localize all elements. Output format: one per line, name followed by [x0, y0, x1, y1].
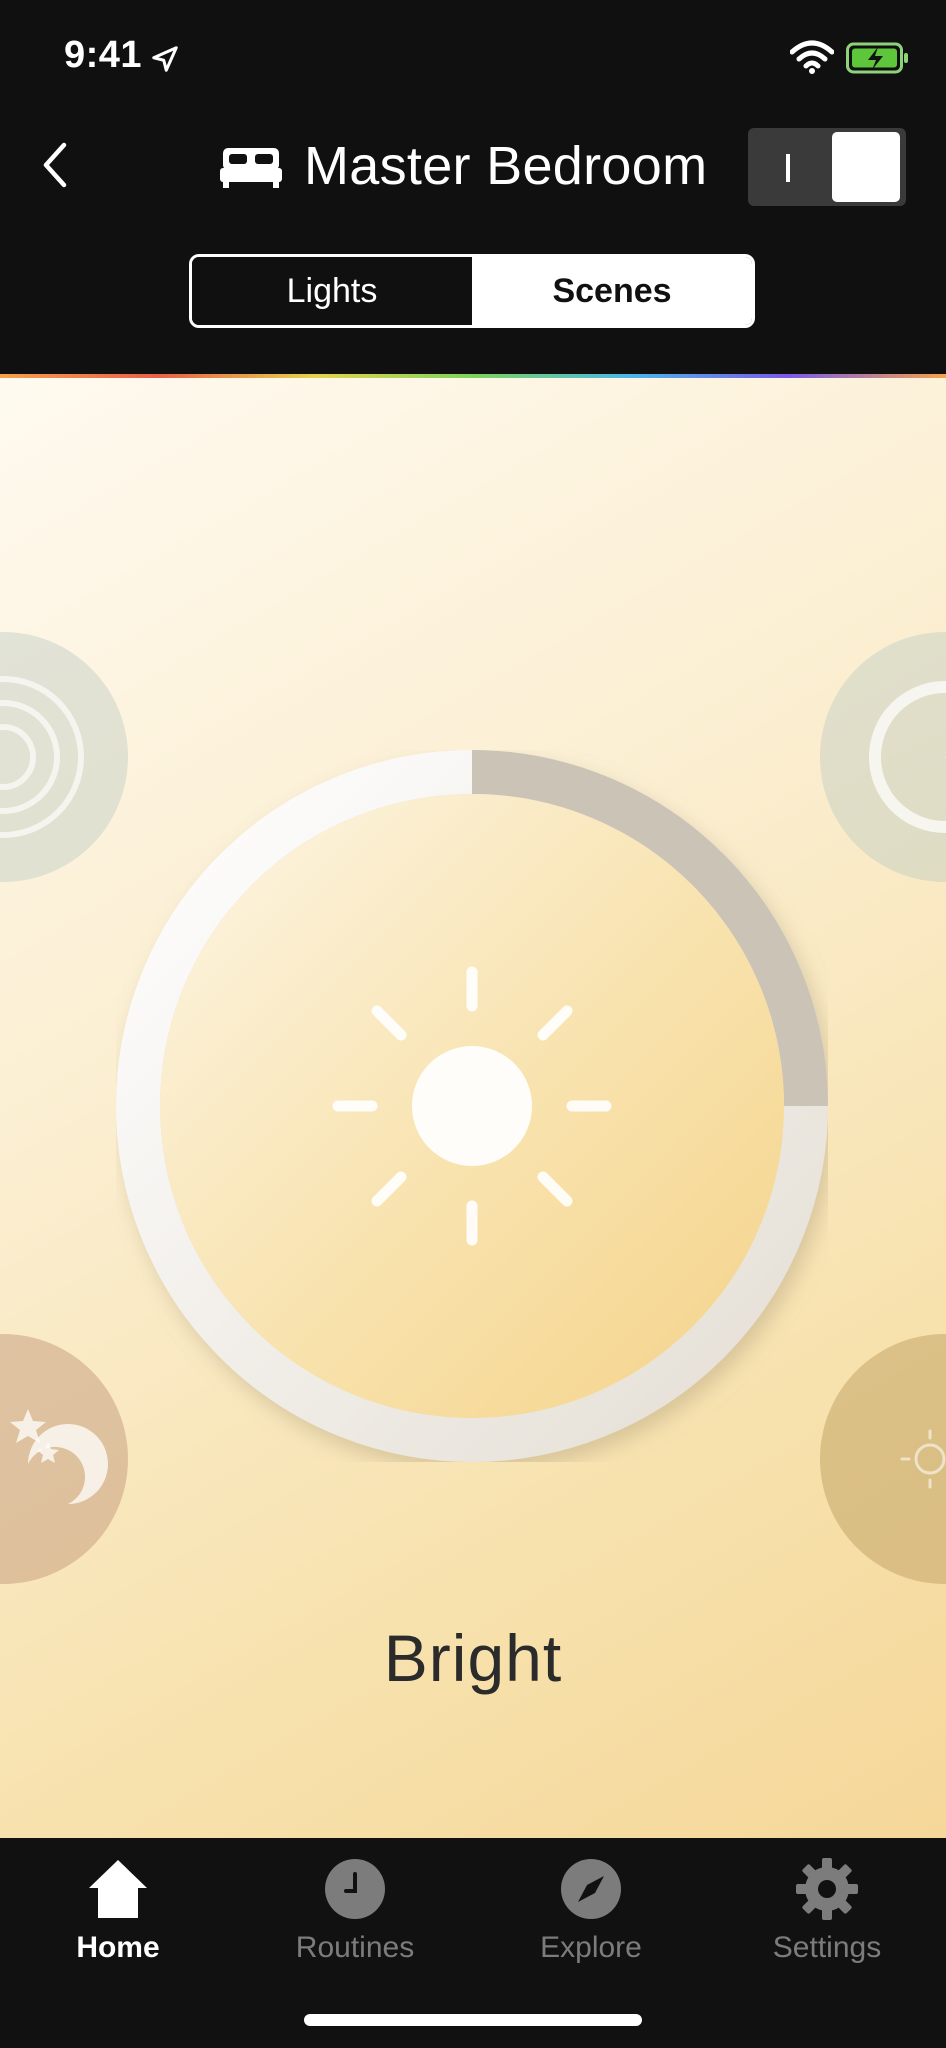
page-title: Master Bedroom: [304, 136, 708, 196]
location-arrow-icon: [152, 46, 178, 72]
pie-segment-icon: [869, 681, 946, 833]
home-indicator: [304, 2014, 642, 2026]
gear-icon: [796, 1858, 858, 1920]
scene-concentrate-preview[interactable]: [0, 632, 128, 882]
concentric-circles-icon: [0, 676, 84, 838]
tab-explore-label: Explore: [540, 1931, 642, 1964]
room-header: Master Bedroom: [220, 128, 707, 204]
room-power-toggle[interactable]: [748, 128, 906, 206]
status-time: 9:41: [64, 34, 143, 76]
tab-home[interactable]: Home: [18, 1856, 218, 1966]
tab-routines[interactable]: Routines: [255, 1856, 455, 1966]
tab-settings[interactable]: Settings: [727, 1856, 927, 1966]
home-icon: [89, 1860, 147, 1918]
view-segmented-control: Lights Scenes: [189, 254, 755, 328]
scene-name: Bright: [383, 1621, 563, 1695]
back-button[interactable]: [30, 130, 80, 200]
toggle-knob: [832, 132, 900, 202]
tab-explore[interactable]: Explore: [491, 1856, 691, 1966]
tab-home-label: Home: [76, 1931, 160, 1964]
tab-lights[interactable]: Lights: [192, 257, 472, 325]
tab-routines-label: Routines: [295, 1931, 415, 1964]
battery-charging-icon: [846, 42, 908, 74]
small-sun-icon: [900, 1429, 946, 1489]
scene-brightness-dial[interactable]: [116, 750, 828, 1462]
scene-read-preview[interactable]: [820, 1334, 946, 1584]
status-bar: 9:41: [0, 0, 946, 110]
wifi-icon: [790, 40, 834, 74]
toggle-on-mark: [786, 154, 790, 182]
bed-icon: [220, 148, 282, 188]
scene-nightlight-preview[interactable]: [0, 1334, 128, 1584]
clock-icon: [325, 1859, 385, 1919]
scene-dimmed-preview[interactable]: [820, 632, 946, 882]
tab-scenes[interactable]: Scenes: [472, 257, 752, 325]
screen: 9:41 Master Bedroom Lights Scenes Bright…: [0, 0, 946, 2048]
tab-settings-label: Settings: [772, 1931, 882, 1964]
scene-carousel: Bright: [0, 378, 946, 1838]
moon-stars-icon: [10, 1409, 108, 1504]
compass-icon: [561, 1859, 621, 1919]
